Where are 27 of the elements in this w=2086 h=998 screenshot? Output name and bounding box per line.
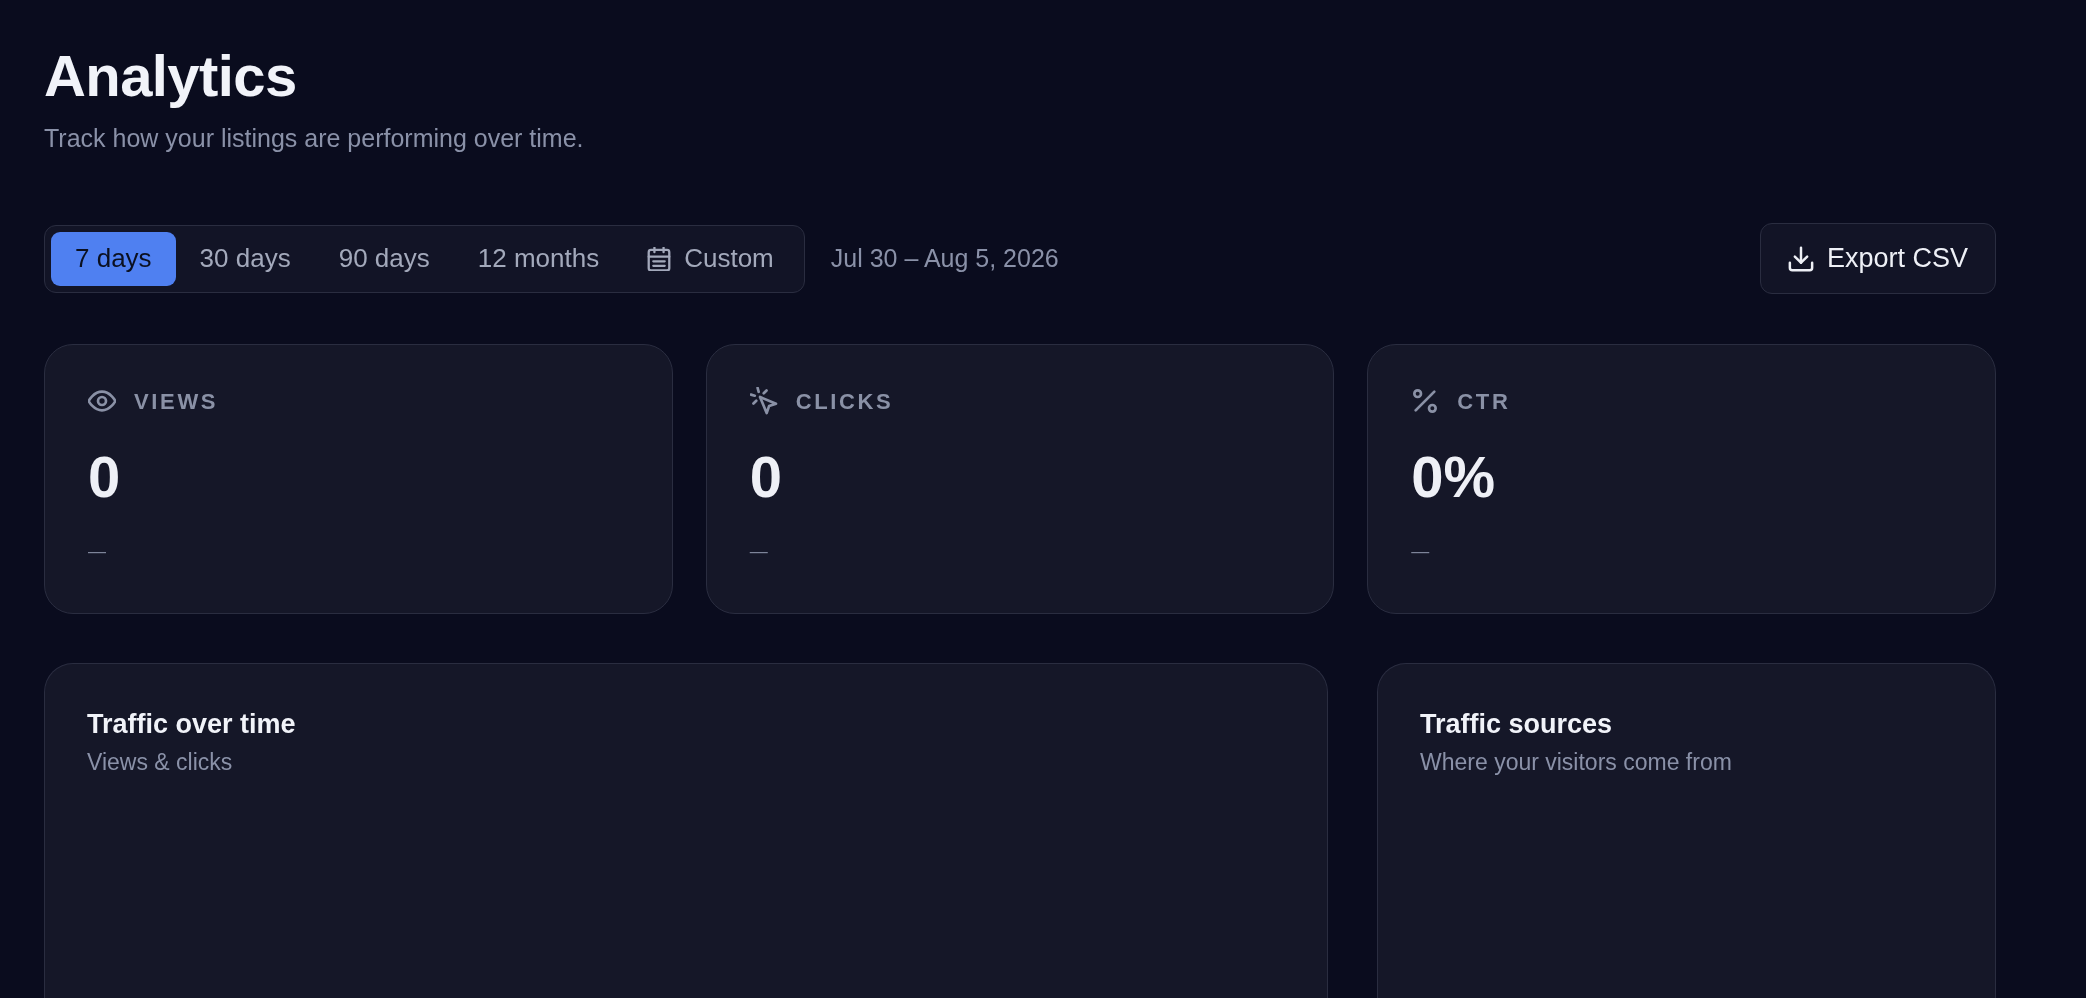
page-subtitle: Track how your listings are performing over time. [44, 123, 584, 154]
stat-change: — [749, 540, 768, 563]
cursor-click-icon [749, 387, 778, 415]
stat-change: — [1411, 540, 1430, 563]
panel-title: Traffic sources [1420, 708, 1613, 741]
range-tab[interactable]: 12 months [453, 231, 624, 286]
percent-icon [1411, 387, 1440, 415]
stat-value: 0 [88, 445, 121, 509]
panel-title: Traffic over time [87, 708, 296, 741]
panel-subtitle: Views & clicks [87, 748, 233, 777]
stat-change: — [88, 540, 106, 563]
eye-icon [88, 387, 116, 415]
calendar-icon [647, 246, 672, 271]
range-tab[interactable]: 7 days [51, 231, 176, 286]
page-title: Analytics [44, 44, 297, 108]
range-tab[interactable]: Custom [623, 231, 798, 286]
date-range: Jul 30 – Aug 5, 2026 [830, 242, 1059, 274]
export-button[interactable]: Export CSV [1759, 223, 1996, 294]
stat-value: 0 [749, 445, 782, 509]
stat-value: 0% [1411, 445, 1496, 509]
stat-label: VIEWS [134, 387, 219, 416]
range-tab[interactable]: 90 days [314, 231, 454, 286]
stat-label: CTR [1457, 387, 1511, 416]
range-tab[interactable]: 30 days [175, 231, 315, 286]
stat-label: CLICKS [795, 387, 894, 416]
download-icon [1787, 245, 1814, 272]
panel-subtitle: Where your visitors come from [1420, 748, 1732, 777]
